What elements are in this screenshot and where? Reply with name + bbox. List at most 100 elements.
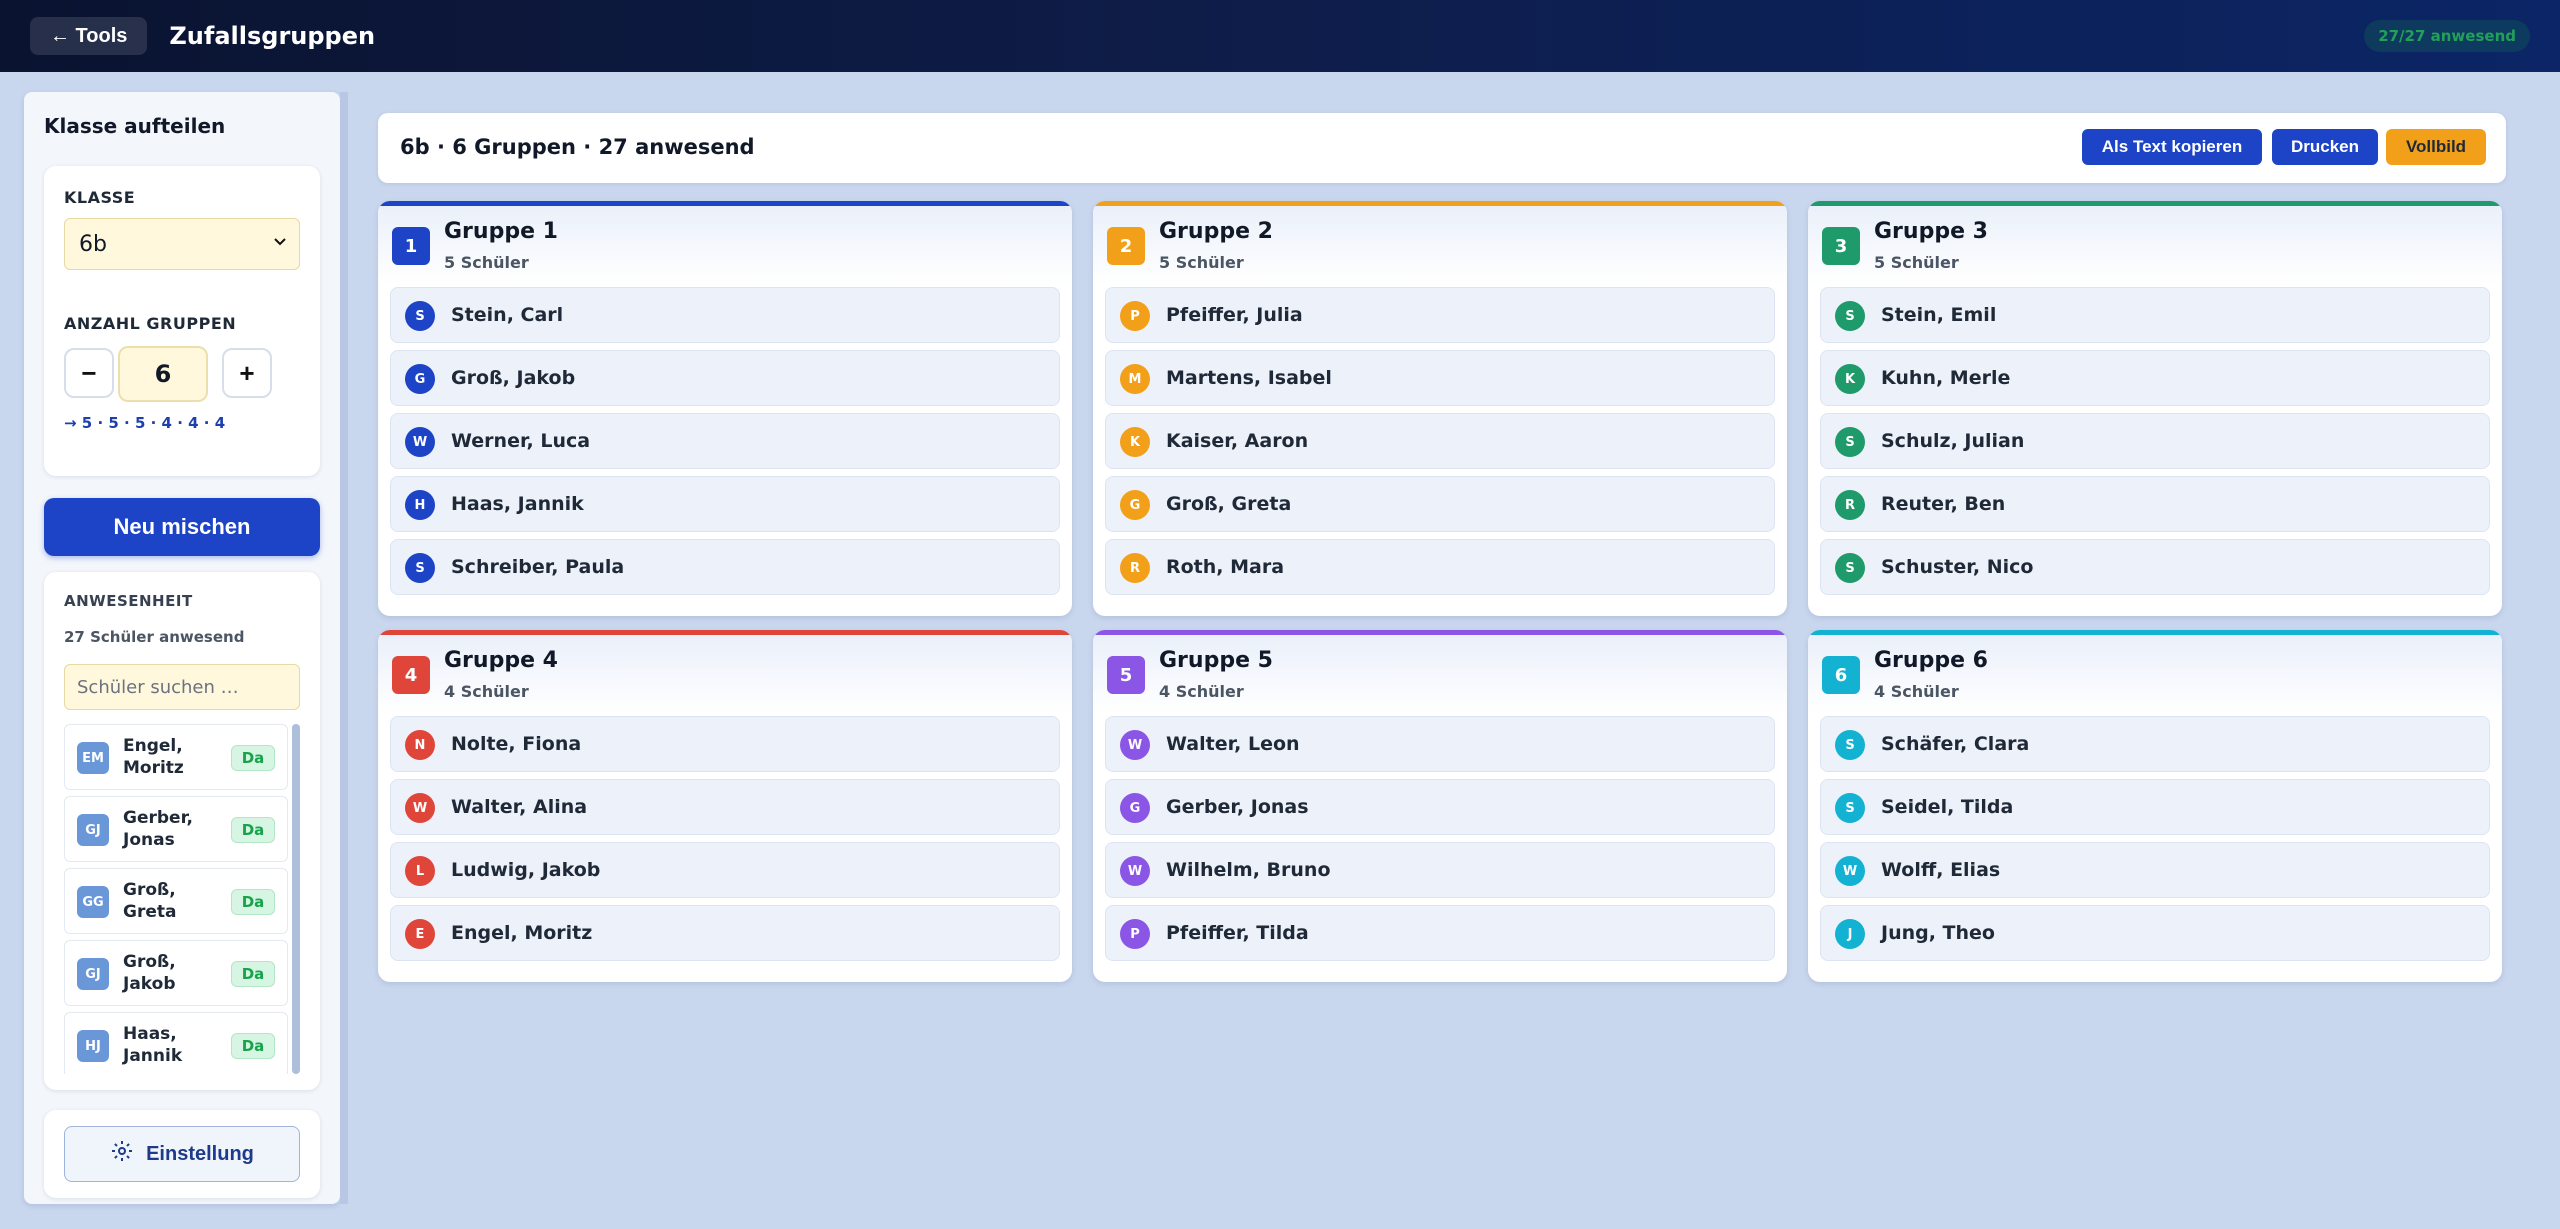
group-member[interactable]: K Kuhn, Merle — [1820, 350, 2490, 406]
group-member[interactable]: S Schäfer, Clara — [1820, 716, 2490, 772]
avatar: GJ — [77, 958, 109, 990]
avatar: S — [1835, 301, 1865, 331]
group-member[interactable]: N Nolte, Fiona — [390, 716, 1060, 772]
increase-groups-button[interactable]: + — [222, 348, 272, 398]
scrollbar-thumb[interactable] — [292, 724, 300, 1074]
member-name: Seidel, Tilda — [1881, 796, 2014, 818]
group-member[interactable]: W Wilhelm, Bruno — [1105, 842, 1775, 898]
member-name: Groß, Greta — [1166, 493, 1292, 515]
member-name: Kaiser, Aaron — [1166, 430, 1309, 452]
group-member[interactable]: S Schreiber, Paula — [390, 539, 1060, 595]
sidebar-resize-handle[interactable] — [340, 92, 348, 1204]
avatar: GG — [77, 886, 109, 918]
group-member[interactable]: E Engel, Moritz — [390, 905, 1060, 961]
member-name: Roth, Mara — [1166, 556, 1285, 578]
avatar: W — [405, 793, 435, 823]
member-name: Schäfer, Clara — [1881, 733, 2030, 755]
member-name: Schulz, Julian — [1881, 430, 2025, 452]
group-count-value[interactable]: 6 — [118, 346, 208, 402]
student-search-input[interactable]: Schüler suchen … — [64, 664, 300, 710]
avatar: S — [1835, 427, 1865, 457]
avatar: W — [1120, 856, 1150, 886]
present-toggle[interactable]: Da — [231, 817, 275, 843]
list-item[interactable]: GJ Gerber, Jonas Da — [64, 796, 288, 862]
group-member[interactable]: S Seidel, Tilda — [1820, 779, 2490, 835]
sidebar: Klasse aufteilen KLASSE 6b ANZAHL GRUPPE… — [24, 92, 340, 1204]
list-item[interactable]: EM Engel, Moritz Da — [64, 724, 288, 790]
avatar: E — [405, 919, 435, 949]
group-member[interactable]: S Stein, Emil — [1820, 287, 2490, 343]
shuffle-button[interactable]: Neu mischen — [44, 498, 320, 556]
avatar: GJ — [77, 814, 109, 846]
copy-text-button[interactable]: Als Text kopieren — [2082, 129, 2262, 165]
group-member[interactable]: G Groß, Jakob — [390, 350, 1060, 406]
member-name: Wolff, Elias — [1881, 859, 2001, 881]
group-number-badge: 5 — [1107, 656, 1145, 694]
group-card-1: 1 Gruppe 1 5 Schüler S Stein, Carl G Groß, Jak… — [378, 201, 1072, 616]
group-card-3: 3 Gruppe 3 5 Schüler S Stein, Emil K Kuhn, Mer… — [1808, 201, 2502, 616]
group-member[interactable]: G Groß, Greta — [1105, 476, 1775, 532]
group-member[interactable]: G Gerber, Jonas — [1105, 779, 1775, 835]
settings-label: Einstellung — [146, 1142, 254, 1165]
student-name: Haas, Jannik — [123, 1024, 183, 1066]
member-name: Haas, Jannik — [451, 493, 584, 515]
avatar: G — [1120, 793, 1150, 823]
group-member[interactable]: M Martens, Isabel — [1105, 350, 1775, 406]
group-member[interactable]: W Wolff, Elias — [1820, 842, 2490, 898]
group-member[interactable]: W Walter, Alina — [390, 779, 1060, 835]
group-name: Gruppe 3 — [1874, 219, 1988, 244]
member-name: Wilhelm, Bruno — [1166, 859, 1331, 881]
student-name: Engel, Moritz — [123, 736, 184, 778]
back-to-tools-button[interactable]: ← Tools — [30, 17, 148, 55]
avatar: W — [1835, 856, 1865, 886]
group-header — [1808, 635, 2502, 713]
group-member[interactable]: S Schulz, Julian — [1820, 413, 2490, 469]
group-member[interactable]: J Jung, Theo — [1820, 905, 2490, 961]
group-header — [378, 635, 1072, 713]
avatar: N — [405, 730, 435, 760]
group-member[interactable]: S Schuster, Nico — [1820, 539, 2490, 595]
group-member[interactable]: K Kaiser, Aaron — [1105, 413, 1775, 469]
avatar: R — [1120, 553, 1150, 583]
list-item[interactable]: GG Groß, Greta Da — [64, 868, 288, 934]
group-member[interactable]: P Pfeiffer, Tilda — [1105, 905, 1775, 961]
attendance-pill: 27/27 anwesend — [2364, 20, 2530, 52]
member-name: Schuster, Nico — [1881, 556, 2034, 578]
group-member[interactable]: S Stein, Carl — [390, 287, 1060, 343]
group-number-badge: 3 — [1822, 227, 1860, 265]
member-name: Walter, Alina — [451, 796, 588, 818]
decrease-groups-button[interactable]: − — [64, 348, 114, 398]
group-member[interactable]: R Roth, Mara — [1105, 539, 1775, 595]
present-toggle[interactable]: Da — [231, 889, 275, 915]
avatar: W — [405, 427, 435, 457]
settings-button[interactable]: Einstellung — [64, 1126, 300, 1182]
group-member[interactable]: L Ludwig, Jakob — [390, 842, 1060, 898]
group-member[interactable]: H Haas, Jannik — [390, 476, 1060, 532]
avatar: S — [1835, 793, 1865, 823]
member-name: Werner, Luca — [451, 430, 591, 452]
group-member[interactable]: W Walter, Leon — [1105, 716, 1775, 772]
member-name: Jung, Theo — [1881, 922, 1995, 944]
attendance-list: EM Engel, Moritz Da GJ Gerber, Jonas Da … — [64, 724, 288, 1074]
group-member[interactable]: P Pfeiffer, Julia — [1105, 287, 1775, 343]
group-member[interactable]: W Werner, Luca — [390, 413, 1060, 469]
present-toggle[interactable]: Da — [231, 961, 275, 987]
class-select[interactable]: 6b — [64, 218, 300, 270]
member-name: Martens, Isabel — [1166, 367, 1332, 389]
print-button[interactable]: Drucken — [2272, 129, 2378, 165]
attendance-scrollbar[interactable] — [292, 724, 300, 1074]
list-item[interactable]: GJ Groß, Jakob Da — [64, 940, 288, 1006]
group-header — [378, 206, 1072, 284]
group-number-badge: 6 — [1822, 656, 1860, 694]
present-toggle[interactable]: Da — [231, 1033, 275, 1059]
avatar: M — [1120, 364, 1150, 394]
group-member[interactable]: R Reuter, Ben — [1820, 476, 2490, 532]
present-toggle[interactable]: Da — [231, 745, 275, 771]
member-name: Gerber, Jonas — [1166, 796, 1309, 818]
fullscreen-button[interactable]: Vollbild — [2386, 129, 2486, 165]
member-name: Pfeiffer, Tilda — [1166, 922, 1309, 944]
list-item[interactable]: HJ Haas, Jannik Da — [64, 1012, 288, 1074]
group-member-count: 4 Schüler — [444, 682, 529, 701]
avatar: W — [1120, 730, 1150, 760]
avatar: K — [1835, 364, 1865, 394]
